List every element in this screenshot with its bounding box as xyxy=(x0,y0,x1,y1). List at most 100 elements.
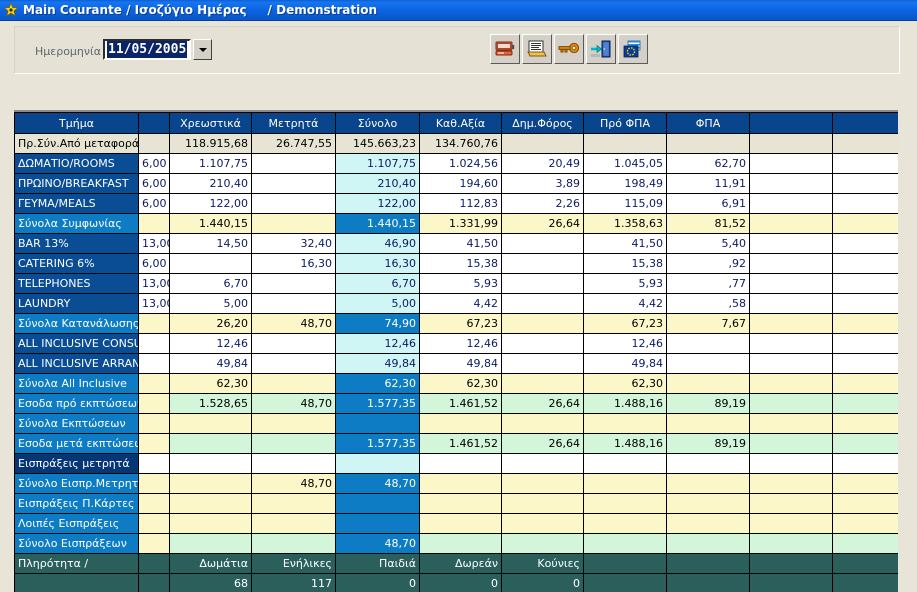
row-label[interactable]: TELEPHONES xyxy=(14,273,139,294)
cell-citytax[interactable] xyxy=(501,533,584,554)
cell-x1[interactable] xyxy=(749,273,833,294)
cell-x2[interactable] xyxy=(832,333,899,354)
cell-debit[interactable]: 62,30 xyxy=(169,373,252,394)
cell-net[interactable]: 5,93 xyxy=(419,273,502,294)
cell-total[interactable] xyxy=(335,453,420,474)
cell-vat[interactable] xyxy=(666,353,750,374)
cell-rate[interactable] xyxy=(138,473,170,494)
cell-cash[interactable] xyxy=(251,533,336,554)
cell-total[interactable]: 210,40 xyxy=(335,173,420,194)
cell-x1[interactable] xyxy=(749,333,833,354)
cell-x1[interactable] xyxy=(749,473,833,494)
cell-prevat[interactable]: 49,84 xyxy=(583,353,667,374)
cell-rate[interactable] xyxy=(138,433,170,454)
cell-debit[interactable]: 122,00 xyxy=(169,193,252,214)
cell-net[interactable]: 1.461,52 xyxy=(419,393,502,414)
cell-x2[interactable] xyxy=(832,433,899,454)
column-header-vat[interactable]: ΦΠΑ xyxy=(666,112,750,134)
cell-debit[interactable] xyxy=(169,533,252,554)
cell-x1[interactable] xyxy=(749,413,833,434)
date-dropdown-button[interactable] xyxy=(193,39,212,60)
table-row[interactable]: Σύνολα Συμφωνίας 1.440,15 1.440,15 1.331,99… xyxy=(14,213,899,234)
table-row[interactable]: LAUNDRY13,005,005,004,424,42,58 xyxy=(14,293,899,314)
cell-vat[interactable]: ,58 xyxy=(666,293,750,314)
cell-vat[interactable]: 5,40 xyxy=(666,233,750,254)
cell-debit[interactable] xyxy=(169,433,252,454)
cell-prevat[interactable]: 1.488,16 xyxy=(583,393,667,414)
cell-vat[interactable] xyxy=(666,333,750,354)
cell-citytax[interactable]: 26,64 xyxy=(501,393,584,414)
cell-total[interactable]: 48,70 xyxy=(335,473,420,494)
cell-cash[interactable]: 16,30 xyxy=(251,253,336,274)
table-row[interactable]: ΠΡΩΙΝΟ/BREAKFAST 6,00 210,40 210,40 194,60 3,… xyxy=(14,173,899,194)
cell-debit[interactable] xyxy=(169,413,252,434)
cell-net[interactable]: 62,30 xyxy=(419,373,502,394)
cell-prevat[interactable]: 1.045,05 xyxy=(583,153,667,174)
cell-cash[interactable] xyxy=(251,213,336,234)
cell-x2[interactable] xyxy=(832,473,899,494)
column-header-rate[interactable] xyxy=(138,112,170,134)
cell-total[interactable]: 1.577,35 xyxy=(335,433,420,454)
row-label[interactable]: Εσοδα πρό εκπτώσεων xyxy=(14,393,139,414)
cell-x2[interactable] xyxy=(832,293,899,314)
cell-x2[interactable] xyxy=(832,193,899,214)
cell-citytax[interactable] xyxy=(501,133,584,154)
cell-debit[interactable]: 6,70 xyxy=(169,273,252,294)
cell-rate[interactable]: 6,00 xyxy=(138,253,170,274)
row-label[interactable]: Σύνολα Συμφωνίας xyxy=(14,213,139,234)
cell-cash[interactable] xyxy=(251,353,336,374)
cell-vat[interactable]: 7,67 xyxy=(666,313,750,334)
row-label[interactable]: Εισπράξεις μετρητά xyxy=(14,453,139,474)
cell-total[interactable]: 6,70 xyxy=(335,273,420,294)
cell-cash[interactable] xyxy=(251,413,336,434)
cell-net[interactable]: 1.461,52 xyxy=(419,433,502,454)
cell-cash[interactable] xyxy=(251,513,336,534)
currency-button[interactable] xyxy=(618,34,648,64)
cell-x2[interactable] xyxy=(832,513,899,534)
row-label[interactable]: ΓΕΥΜΑ/MEALS xyxy=(14,193,139,214)
cell-rate[interactable] xyxy=(138,533,170,554)
cell-rate[interactable] xyxy=(138,373,170,394)
cell-prevat[interactable]: 15,38 xyxy=(583,253,667,274)
cell-x2[interactable] xyxy=(832,233,899,254)
date-input[interactable]: 11/05/2005 xyxy=(103,39,191,60)
cell-prevat[interactable]: 4,42 xyxy=(583,293,667,314)
table-row[interactable]: ΓΕΥΜΑ/MEALS 6,00 122,00 122,00 112,83 2,26 115… xyxy=(14,193,899,214)
cell-net[interactable] xyxy=(419,453,502,474)
row-label[interactable]: Σύνολα Κατανάλωσης xyxy=(14,313,139,334)
cell-debit[interactable]: 1.107,75 xyxy=(169,153,252,174)
cell-net[interactable] xyxy=(419,473,502,494)
cell-net[interactable] xyxy=(419,413,502,434)
row-label[interactable]: Σύνολο Εισπράξεων xyxy=(14,533,139,554)
cell-citytax[interactable] xyxy=(501,233,584,254)
main-courante-grid[interactable]: Τμήμα Χρεωστικά Μετρητά Σύνολο Καθ.Αξία Δημ.Φ… xyxy=(14,110,900,592)
cell-x1[interactable] xyxy=(749,153,833,174)
cell-citytax[interactable] xyxy=(501,253,584,274)
cell-rate[interactable] xyxy=(138,393,170,414)
cell-total[interactable]: 46,90 xyxy=(335,233,420,254)
cell-x2[interactable] xyxy=(832,353,899,374)
cell-prevat[interactable] xyxy=(583,453,667,474)
cell-vat[interactable] xyxy=(666,133,750,154)
cell-prevat[interactable] xyxy=(583,133,667,154)
cell-x1[interactable] xyxy=(749,233,833,254)
cell-prevat[interactable] xyxy=(583,493,667,514)
cell-net[interactable] xyxy=(419,493,502,514)
cell-citytax[interactable] xyxy=(501,293,584,314)
table-row[interactable]: Εσοδα πρό εκπτώσεων 1.528,65 48,70 1.577,35… xyxy=(14,393,899,414)
cell-rate[interactable] xyxy=(138,413,170,434)
cell-x2[interactable] xyxy=(832,213,899,234)
cell-total[interactable] xyxy=(335,513,420,534)
column-header-x1[interactable] xyxy=(749,112,833,134)
column-header-prevat[interactable]: Πρό ΦΠΑ xyxy=(583,112,667,134)
column-header-debit[interactable]: Χρεωστικά xyxy=(169,112,252,134)
cell-x2[interactable] xyxy=(832,173,899,194)
cell-rate[interactable] xyxy=(138,513,170,534)
cell-net[interactable]: 12,46 xyxy=(419,333,502,354)
cell-citytax[interactable] xyxy=(501,353,584,374)
cell-total[interactable]: 1.577,35 xyxy=(335,393,420,414)
cell-rate[interactable] xyxy=(138,453,170,474)
cell-cash[interactable] xyxy=(251,433,336,454)
cell-prevat[interactable]: 41,50 xyxy=(583,233,667,254)
cell-prevat[interactable] xyxy=(583,413,667,434)
